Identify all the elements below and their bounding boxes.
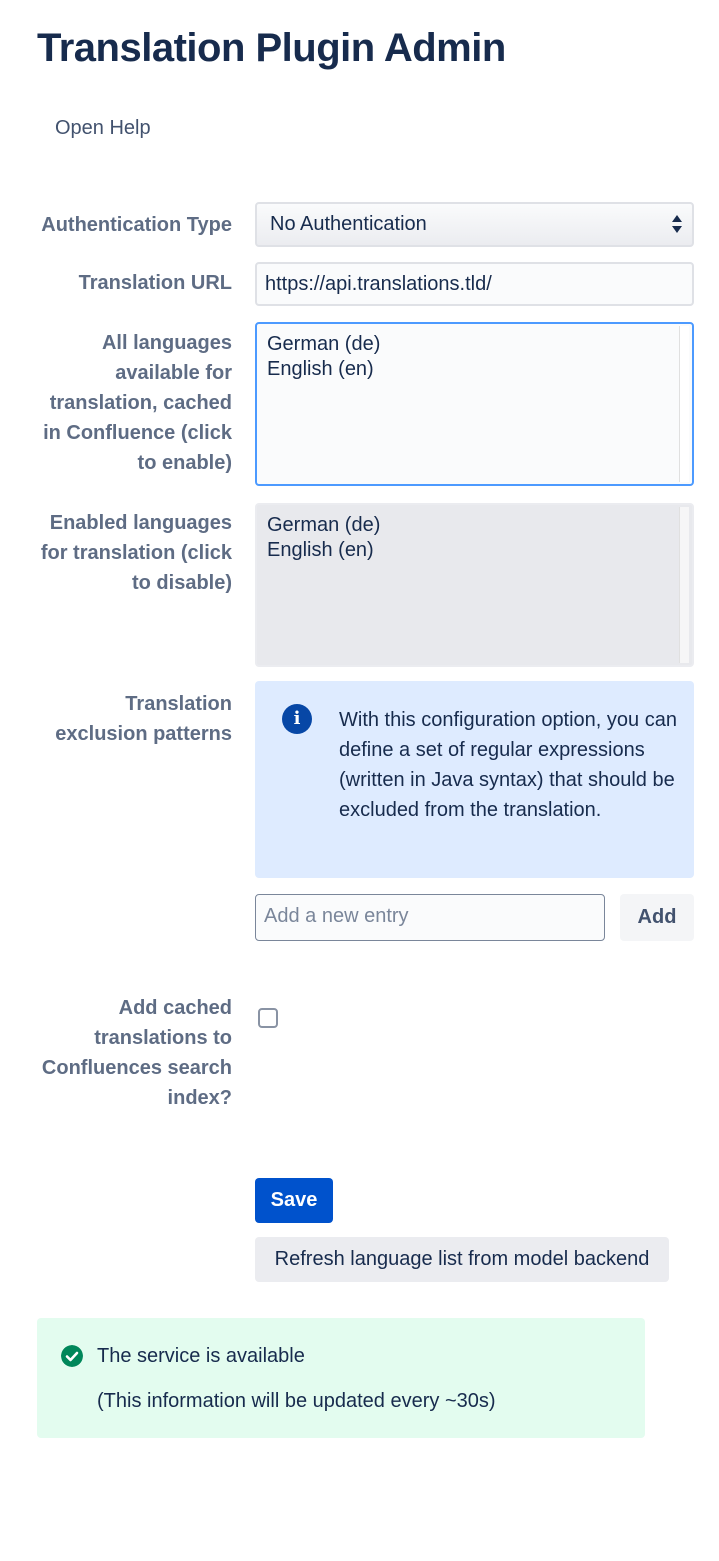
scrollbar[interactable] [679, 507, 689, 663]
available-languages-list[interactable]: German (de) English (en) [255, 322, 694, 486]
check-circle-icon [61, 1345, 83, 1367]
select-arrows-icon [672, 215, 682, 233]
status-note: (This information will be updated every … [97, 1390, 496, 1412]
enabled-languages-label: Enabled languages for translation (click… [40, 512, 232, 594]
enabled-language-option[interactable]: German (de) [267, 513, 682, 538]
search-index-checkbox[interactable] [258, 1008, 278, 1028]
available-language-option[interactable]: German (de) [267, 332, 682, 357]
status-panel: The service is available (This informati… [37, 1318, 645, 1438]
info-panel: i With this configuration option, you ca… [255, 681, 694, 878]
enabled-languages-list[interactable]: German (de) English (en) [255, 503, 694, 667]
search-index-label: Add cached translations to Confluences s… [41, 997, 232, 1109]
open-help-link[interactable]: Open Help [55, 115, 151, 141]
available-language-option[interactable]: English (en) [267, 357, 682, 382]
new-entry-input[interactable]: Add a new entry [255, 894, 605, 941]
info-text: With this configuration option, you can … [339, 709, 677, 821]
info-icon: i [282, 704, 312, 734]
add-entry-button[interactable]: Add [620, 894, 694, 941]
page-title: Translation Plugin Admin [37, 26, 506, 70]
save-button[interactable]: Save [255, 1178, 333, 1223]
scrollbar[interactable] [679, 326, 689, 482]
refresh-language-list-button[interactable]: Refresh language list from model backend [255, 1237, 669, 1282]
auth-type-value: No Authentication [270, 213, 427, 235]
auth-type-label: Authentication Type [41, 214, 232, 236]
translation-url-input[interactable]: https://api.translations.tld/ [255, 262, 694, 306]
auth-type-select[interactable]: No Authentication [255, 202, 694, 247]
translation-url-label: Translation URL [78, 272, 232, 294]
available-languages-label: All languages available for translation,… [43, 332, 232, 474]
enabled-language-option[interactable]: English (en) [267, 538, 682, 563]
exclusion-patterns-label: Translation exclusion patterns [55, 693, 232, 745]
status-title: The service is available [97, 1345, 305, 1367]
